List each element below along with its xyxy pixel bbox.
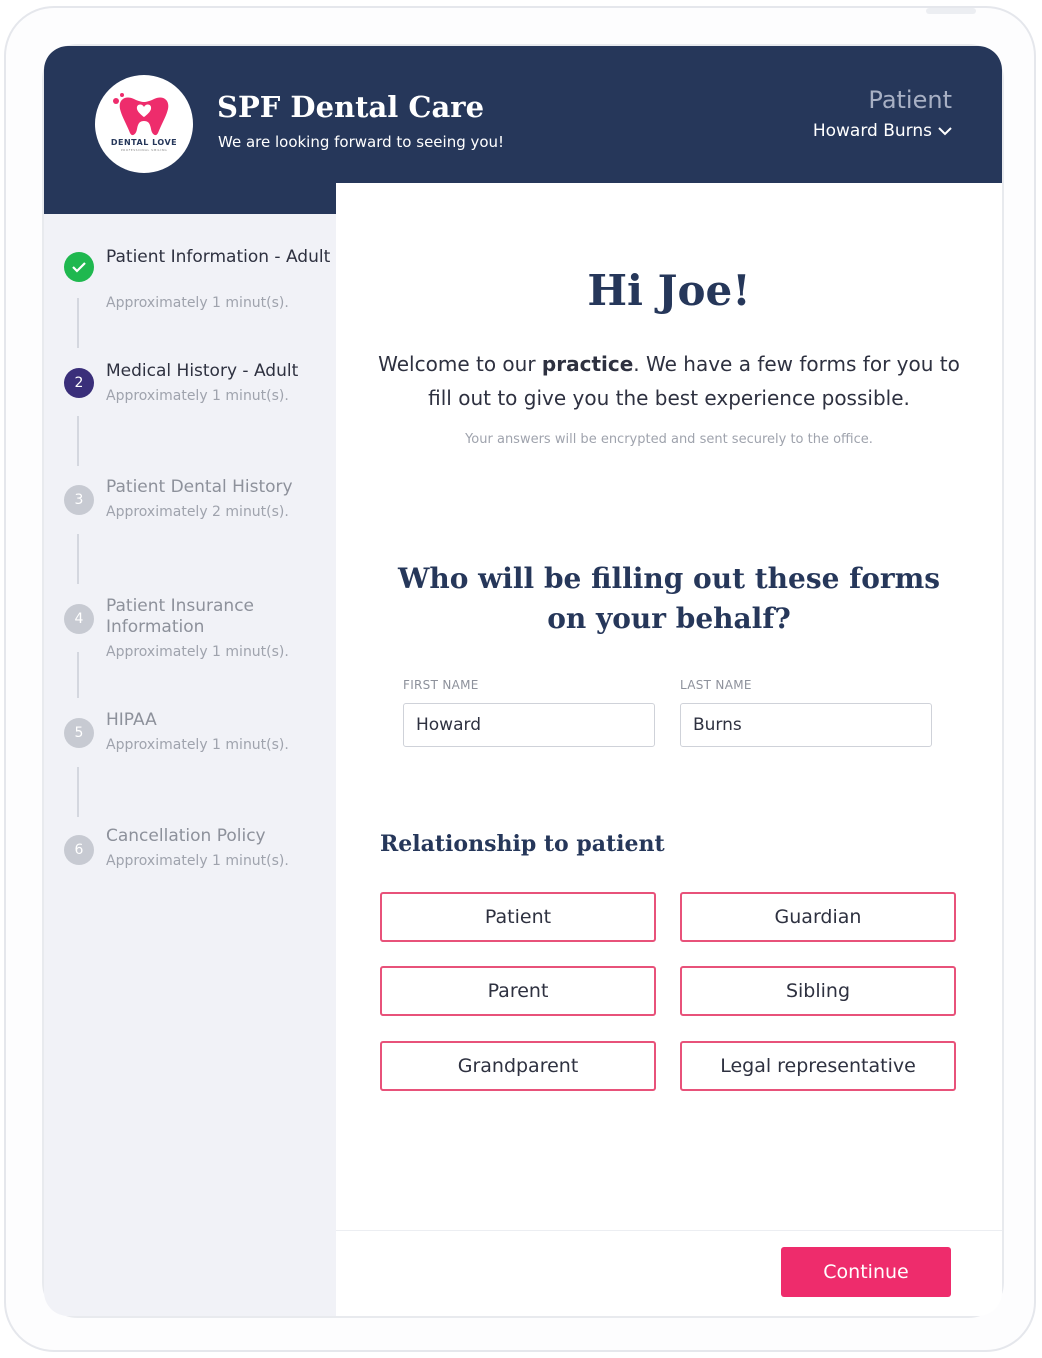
- step-number-badge: 4: [64, 604, 94, 634]
- step-title: Patient Dental History: [106, 477, 293, 497]
- patient-selector[interactable]: Howard Burns: [813, 121, 952, 141]
- step-time: Approximately 1 minut(s).: [106, 388, 289, 404]
- relationship-heading: Relationship to patient: [380, 831, 665, 857]
- step-connector: [77, 652, 79, 698]
- logo-text: DENTAL LOVE: [110, 138, 178, 147]
- relationship-patient-button[interactable]: Patient: [380, 892, 656, 942]
- step-title: Patient Insurance Information: [106, 596, 255, 637]
- step-title: Cancellation Policy: [106, 826, 266, 846]
- welcome-text-bold: practice: [541, 352, 634, 376]
- relationship-sibling-button[interactable]: Sibling: [680, 966, 956, 1016]
- role-label: Patient: [868, 86, 952, 114]
- step-title: HIPAA: [106, 710, 157, 730]
- last-name-input[interactable]: [680, 703, 932, 747]
- brand-tagline: We are looking forward to seeing you!: [218, 133, 505, 151]
- welcome-text-start: Welcome to our: [378, 352, 542, 376]
- who-fills-heading: Who will be filling out these forms on y…: [397, 562, 941, 635]
- step-time: Approximately 1 minut(s).: [106, 644, 289, 660]
- logo-subtext: PROFESSIONAL SMILING: [120, 148, 168, 152]
- brand-title: SPF Dental Care: [217, 90, 485, 124]
- step-connector: [77, 767, 79, 817]
- step-connector: [77, 298, 79, 348]
- patient-name: Howard Burns: [812, 121, 932, 141]
- welcome-message: Welcome to our practice. We have a few f…: [376, 347, 962, 415]
- step-item-cancellation-policy[interactable]: 6 Cancellation Policy Approximately 1 mi…: [64, 826, 334, 886]
- step-title: Patient Information - Adult: [106, 247, 331, 267]
- app-screen: DENTAL LOVE PROFESSIONAL SMILING SPF Den…: [44, 46, 1002, 1316]
- step-number-badge: 5: [64, 718, 94, 748]
- first-name-label: FIRST NAME: [403, 678, 479, 692]
- relationship-guardian-button[interactable]: Guardian: [680, 892, 956, 942]
- step-item-hipaa[interactable]: 5 HIPAA Approximately 1 minut(s).: [64, 710, 334, 770]
- step-number-badge: 3: [64, 485, 94, 515]
- step-number-badge: 2: [64, 368, 94, 398]
- step-time: Approximately 1 minut(s).: [106, 853, 289, 869]
- last-name-label: LAST NAME: [680, 678, 752, 692]
- step-time: Approximately 1 minut(s).: [106, 737, 289, 753]
- first-name-input[interactable]: [403, 703, 655, 747]
- step-connector: [77, 534, 79, 584]
- step-title: Medical History - Adult: [106, 361, 299, 381]
- relationship-parent-button[interactable]: Parent: [380, 966, 656, 1016]
- relationship-grandparent-button[interactable]: Grandparent: [380, 1041, 656, 1091]
- step-completed-badge: [64, 252, 94, 282]
- step-item-medical-history[interactable]: 2 Medical History - Adult Approximately …: [64, 361, 334, 421]
- check-icon: [72, 262, 86, 273]
- step-connector: [77, 416, 79, 466]
- step-item-patient-information[interactable]: Patient Information - Adult Approximatel…: [64, 247, 334, 327]
- main-content: Hi Joe! Welcome to our practice. We have…: [336, 183, 1002, 1316]
- tooth-heart-icon: [113, 93, 169, 136]
- step-item-insurance-information[interactable]: 4 Patient Insurance Information Approxim…: [64, 596, 334, 676]
- greeting-heading: Hi Joe!: [587, 266, 751, 315]
- tablet-side-button: [926, 8, 976, 14]
- footer-divider: [336, 1230, 1002, 1231]
- progress-sidebar: Patient Information - Adult Approximatel…: [44, 214, 336, 1316]
- continue-button[interactable]: Continue: [781, 1247, 951, 1297]
- relationship-legal-representative-button[interactable]: Legal representative: [680, 1041, 956, 1091]
- step-item-dental-history[interactable]: 3 Patient Dental History Approximately 2…: [64, 477, 334, 537]
- chevron-down-icon: [938, 127, 952, 136]
- practice-logo: DENTAL LOVE PROFESSIONAL SMILING: [95, 75, 193, 173]
- step-time: Approximately 1 minut(s).: [106, 295, 289, 311]
- step-time: Approximately 2 minut(s).: [106, 504, 289, 520]
- step-number-badge: 6: [64, 835, 94, 865]
- security-note: Your answers will be encrypted and sent …: [465, 432, 873, 447]
